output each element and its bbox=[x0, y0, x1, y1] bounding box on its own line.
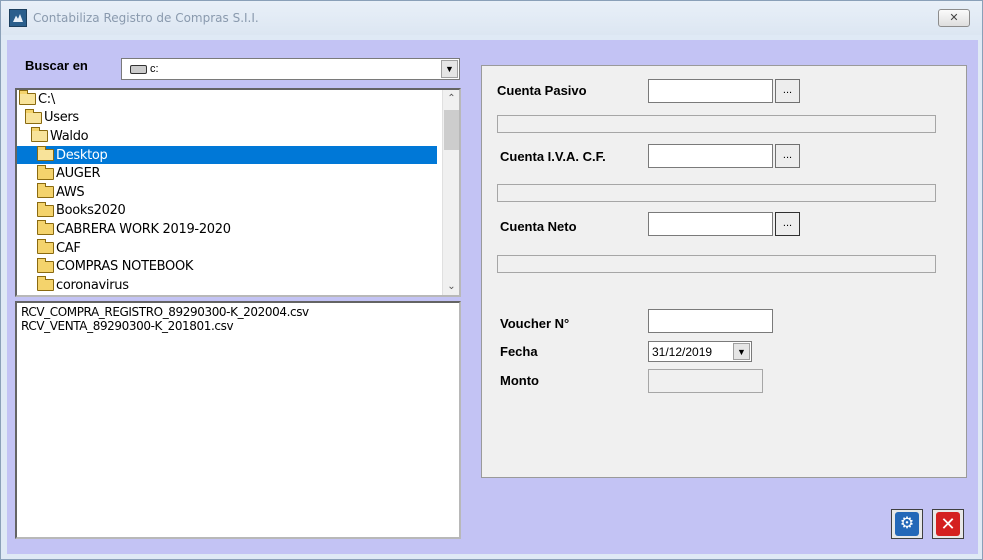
directory-item[interactable]: Waldo bbox=[17, 127, 459, 146]
app-logo-icon bbox=[9, 9, 27, 27]
open-folder-icon bbox=[37, 146, 54, 162]
cuenta-neto-label: Cuenta Neto bbox=[500, 219, 577, 234]
directory-label: Books2020 bbox=[56, 203, 126, 219]
voucher-label: Voucher N° bbox=[500, 316, 570, 331]
file-item[interactable]: RCV_VENTA_89290300-K_201801.csv bbox=[21, 319, 459, 333]
folder-icon bbox=[37, 220, 54, 236]
directory-item[interactable]: COMPRAS NOTEBOOK bbox=[17, 257, 459, 276]
scroll-up-icon[interactable]: ⌃ bbox=[443, 90, 459, 107]
fecha-dropdown-button[interactable]: ▼ bbox=[733, 343, 750, 360]
drive-dropdown-button[interactable]: ▼ bbox=[441, 60, 458, 78]
directory-item[interactable]: CABRERA WORK 2019-2020 bbox=[17, 220, 459, 239]
fecha-date-picker[interactable]: 31/12/2019 ▼ bbox=[648, 341, 752, 362]
cuenta-pasivo-browse-button[interactable]: ... bbox=[775, 79, 800, 103]
cuenta-neto-description bbox=[497, 255, 936, 273]
directory-label: Waldo bbox=[50, 128, 89, 144]
drive-value: c: bbox=[150, 63, 159, 75]
scroll-down-icon[interactable]: ⌄ bbox=[443, 278, 459, 295]
open-folder-icon bbox=[25, 108, 42, 124]
directory-item[interactable]: AWS bbox=[17, 183, 459, 202]
folder-icon bbox=[37, 257, 54, 273]
client-area: Buscar en c: ▼ C:\ Users Waldo Desktop AUGER… bbox=[7, 40, 978, 554]
folder-icon bbox=[37, 239, 54, 255]
directory-item[interactable]: C:\ bbox=[17, 90, 459, 109]
cuenta-iva-input[interactable] bbox=[648, 144, 773, 168]
cuenta-iva-label: Cuenta I.V.A. C.F. bbox=[500, 149, 606, 164]
drive-icon bbox=[130, 64, 147, 74]
directory-label: CAF bbox=[56, 240, 81, 256]
directory-label: COMPRAS NOTEBOOK bbox=[56, 259, 194, 275]
cuenta-pasivo-description bbox=[497, 115, 936, 133]
directory-label: AWS bbox=[56, 184, 85, 200]
folder-icon bbox=[37, 201, 54, 217]
account-panel: Cuenta Pasivo ... Cuenta I.V.A. C.F. ...… bbox=[481, 65, 967, 478]
process-button[interactable]: ⚙ bbox=[891, 509, 923, 539]
cuenta-pasivo-label: Cuenta Pasivo bbox=[497, 83, 587, 98]
fecha-label: Fecha bbox=[500, 344, 538, 359]
directory-label: AUGER bbox=[56, 166, 101, 182]
scroll-thumb[interactable] bbox=[444, 110, 459, 150]
directory-list[interactable]: C:\ Users Waldo Desktop AUGER AWS Books2020 CAB… bbox=[15, 88, 461, 297]
directory-label: Desktop bbox=[56, 147, 108, 163]
directory-item[interactable]: AUGER bbox=[17, 164, 459, 183]
cuenta-iva-description bbox=[497, 184, 936, 202]
buscar-en-label: Buscar en bbox=[25, 58, 88, 73]
open-folder-icon bbox=[19, 90, 36, 106]
gears-icon: ⚙ bbox=[895, 512, 919, 536]
close-icon: ✕ bbox=[936, 512, 960, 536]
window-title: Contabiliza Registro de Compras S.I.I. bbox=[33, 11, 259, 25]
folder-icon bbox=[37, 183, 54, 199]
file-item[interactable]: RCV_COMPRA_REGISTRO_89290300-K_202004.cs… bbox=[21, 305, 459, 319]
monto-input bbox=[648, 369, 763, 393]
directory-label: C:\ bbox=[38, 91, 55, 107]
app-window: Contabiliza Registro de Compras S.I.I. ✕… bbox=[0, 0, 983, 560]
cuenta-neto-input[interactable] bbox=[648, 212, 773, 236]
directory-item[interactable]: Books2020 bbox=[17, 201, 459, 221]
directory-item[interactable]: Users bbox=[17, 108, 459, 128]
voucher-input[interactable] bbox=[648, 309, 773, 333]
directory-item[interactable]: Desktop bbox=[17, 145, 437, 165]
cuenta-neto-browse-button[interactable]: ... bbox=[775, 212, 800, 236]
cuenta-pasivo-input[interactable] bbox=[648, 79, 773, 103]
directory-item[interactable]: CAF bbox=[17, 239, 459, 258]
window-close-button[interactable]: ✕ bbox=[938, 9, 970, 27]
directory-label: CABRERA WORK 2019-2020 bbox=[56, 221, 231, 237]
directory-label: Users bbox=[44, 110, 79, 126]
file-list[interactable]: RCV_COMPRA_REGISTRO_89290300-K_202004.cs… bbox=[15, 301, 461, 539]
directory-item[interactable]: coronavirus bbox=[17, 276, 459, 295]
directory-label: coronavirus bbox=[56, 277, 129, 293]
title-bar: Contabiliza Registro de Compras S.I.I. ✕ bbox=[1, 1, 982, 35]
fecha-value: 31/12/2019 bbox=[652, 344, 713, 359]
folder-icon bbox=[37, 276, 54, 292]
folder-icon bbox=[37, 164, 54, 180]
monto-label: Monto bbox=[500, 373, 539, 388]
open-folder-icon bbox=[31, 127, 48, 143]
cuenta-iva-browse-button[interactable]: ... bbox=[775, 144, 800, 168]
drive-select[interactable]: c: ▼ bbox=[121, 58, 460, 80]
directory-scrollbar[interactable]: ⌃ ⌄ bbox=[442, 90, 459, 295]
cancel-button[interactable]: ✕ bbox=[932, 509, 964, 539]
